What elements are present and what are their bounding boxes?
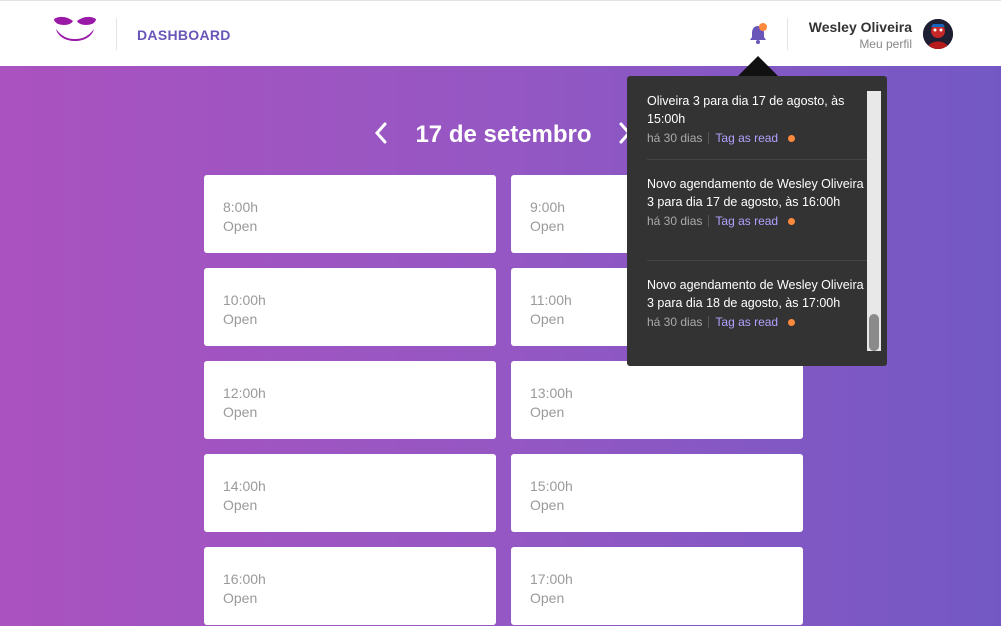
profile-link[interactable]: Meu perfil (859, 37, 912, 51)
notification-message: Novo agendamento de Wesley Oliveira 3 pa… (647, 177, 864, 209)
slot-time: 9:00h (530, 199, 566, 215)
meta-divider (708, 132, 710, 144)
notification-divider (647, 260, 867, 261)
mustache-logo-icon[interactable] (52, 15, 98, 51)
tag-as-read-link[interactable]: Tag as read (715, 315, 778, 329)
scrollbar-thumb[interactable] (869, 314, 879, 351)
slot-status: Open (223, 218, 258, 234)
unread-dot (788, 318, 796, 326)
slot-time: 12:00h (223, 385, 266, 401)
slot-time: 15:00h (530, 478, 573, 494)
notification-time: há 30 dias (647, 214, 703, 228)
time-slot-card[interactable]: 14:00h Open (204, 454, 496, 532)
slot-status: Open (223, 311, 258, 327)
slot-status: Open (530, 497, 565, 513)
slot-time: 13:00h (530, 385, 573, 401)
notification-item: Oliveira 3 para dia 17 de agosto, às 15:… (647, 92, 867, 146)
notifications-popup: Oliveira 3 para dia 17 de agosto, às 15:… (627, 76, 887, 366)
avatar[interactable] (923, 19, 953, 49)
notification-message: Oliveira 3 para dia 17 de agosto, às 15:… (647, 94, 845, 126)
time-slot-card[interactable]: 13:00h Open (511, 361, 803, 439)
popup-scrollbar[interactable] (867, 91, 881, 351)
notification-item: Novo agendamento de Wesley Oliveira 3 pa… (647, 276, 867, 330)
header-divider (116, 18, 117, 50)
unread-dot (788, 217, 796, 225)
notification-item: Novo agendamento de Wesley Oliveira 3 pa… (647, 175, 867, 229)
slot-status: Open (530, 311, 565, 327)
time-slot-card[interactable]: 17:00h Open (511, 547, 803, 625)
meta-divider (708, 215, 710, 227)
header-divider (787, 18, 788, 50)
tag-as-read-link[interactable]: Tag as read (715, 131, 778, 145)
slot-status: Open (530, 404, 565, 420)
user-name: Wesley Oliveira (808, 19, 912, 35)
time-slot-card[interactable]: 16:00h Open (204, 547, 496, 625)
meta-divider (708, 316, 710, 328)
time-slot-card[interactable]: 15:00h Open (511, 454, 803, 532)
top-navbar: DASHBOARD Wesley Oliveira Meu perfil (0, 0, 1001, 66)
slot-time: 14:00h (223, 478, 266, 494)
time-slot-card[interactable]: 10:00h Open (204, 268, 496, 346)
slot-status: Open (223, 404, 258, 420)
tag-as-read-link[interactable]: Tag as read (715, 214, 778, 228)
notification-message: Novo agendamento de Wesley Oliveira 3 pa… (647, 278, 864, 310)
slot-status: Open (530, 590, 565, 606)
notification-divider (647, 159, 867, 160)
slot-time: 8:00h (223, 199, 259, 215)
slot-status: Open (223, 497, 258, 513)
dashboard-nav-link[interactable]: DASHBOARD (137, 27, 231, 43)
slot-status: Open (530, 218, 565, 234)
popup-caret (738, 56, 778, 76)
slot-time: 16:00h (223, 571, 266, 587)
notification-time: há 30 dias (647, 315, 703, 329)
slot-status: Open (223, 590, 258, 606)
unread-dot (788, 134, 796, 142)
time-slot-card[interactable]: 8:00h Open (204, 175, 496, 253)
unread-indicator (759, 23, 767, 31)
time-slot-card[interactable]: 12:00h Open (204, 361, 496, 439)
slot-time: 11:00h (530, 292, 572, 308)
slot-time: 10:00h (223, 292, 266, 308)
notification-time: há 30 dias (647, 131, 703, 145)
slot-time: 17:00h (530, 571, 573, 587)
